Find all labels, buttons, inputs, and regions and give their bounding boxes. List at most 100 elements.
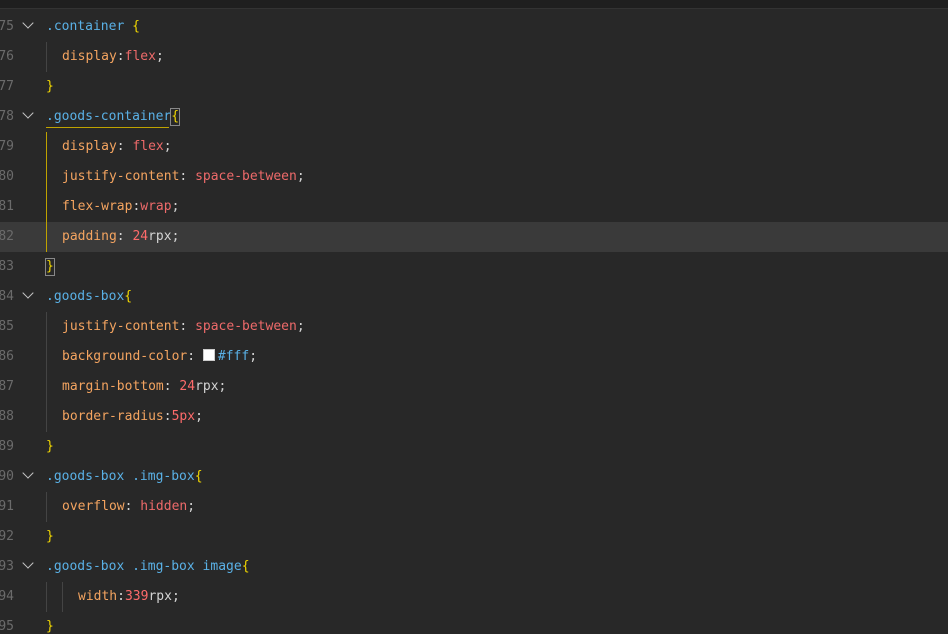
code-token: } bbox=[46, 529, 54, 544]
code-line[interactable]: 76 display:flex; bbox=[0, 42, 948, 72]
code-line[interactable]: 88 border-radius:5px; bbox=[0, 402, 948, 432]
line-number: 84 bbox=[0, 289, 14, 304]
code-text: } bbox=[46, 522, 54, 552]
code-line[interactable]: 90 .goods-box .img-box{ bbox=[0, 462, 948, 492]
line-number: 90 bbox=[0, 469, 14, 484]
code-token: : bbox=[179, 319, 196, 334]
line-number: 88 bbox=[0, 409, 14, 424]
code-token: display bbox=[62, 139, 117, 154]
code-line[interactable]: 80 justify-content: space-between; bbox=[0, 162, 948, 192]
code-token: : bbox=[179, 169, 196, 184]
code-text: background-color: #fff; bbox=[62, 342, 257, 372]
code-line[interactable]: 93 .goods-box .img-box image{ bbox=[0, 552, 948, 582]
code-token: .container bbox=[46, 19, 125, 34]
indent-guide bbox=[62, 582, 63, 612]
code-token: background-color bbox=[62, 349, 188, 364]
line-number: 82 bbox=[0, 229, 14, 244]
code-text: display: flex; bbox=[62, 132, 172, 162]
color-swatch[interactable] bbox=[202, 349, 215, 361]
code-text: } bbox=[46, 72, 54, 102]
code-text: margin-bottom: 24rpx; bbox=[62, 372, 226, 402]
code-text: flex-wrap:wrap; bbox=[62, 192, 179, 222]
line-number: 89 bbox=[0, 439, 14, 454]
indent-guide bbox=[46, 582, 47, 612]
code-token: padding bbox=[62, 229, 117, 244]
code-token: margin-bottom bbox=[62, 379, 164, 394]
code-token: rpx bbox=[195, 379, 219, 394]
code-token: space-between bbox=[195, 169, 297, 184]
code-token: border-radius bbox=[62, 409, 164, 424]
code-token: } bbox=[46, 619, 54, 634]
line-number: 75 bbox=[0, 19, 14, 34]
code-token: overflow bbox=[62, 499, 125, 514]
code-token: : bbox=[187, 349, 203, 364]
code-token: rpx bbox=[148, 229, 172, 244]
line-number: 76 bbox=[0, 49, 14, 64]
line-number: 80 bbox=[0, 169, 14, 184]
code-token: ; bbox=[296, 169, 305, 184]
code-token: ; bbox=[249, 349, 258, 364]
code-token: rpx bbox=[148, 589, 172, 604]
code-token: ; bbox=[187, 499, 196, 514]
fold-chevron-icon[interactable] bbox=[22, 12, 36, 42]
line-number: 77 bbox=[0, 79, 14, 94]
code-line[interactable]: 95} bbox=[0, 612, 948, 634]
code-token: } bbox=[46, 79, 54, 94]
code-line[interactable]: 91 overflow: hidden; bbox=[0, 492, 948, 522]
fold-chevron-icon[interactable] bbox=[22, 102, 36, 132]
code-line[interactable]: 77} bbox=[0, 72, 948, 102]
code-line[interactable]: 81 flex-wrap:wrap; bbox=[0, 192, 948, 222]
code-editor[interactable]: 75 .container {76 display:flex; 77} 78 .goods… bbox=[0, 0, 948, 634]
code-token: ; bbox=[171, 589, 180, 604]
code-token: image bbox=[202, 559, 242, 574]
code-token: : bbox=[163, 379, 180, 394]
fold-chevron-icon[interactable] bbox=[22, 552, 36, 582]
code-line[interactable]: 86 background-color: #fff; bbox=[0, 342, 948, 372]
line-number: 87 bbox=[0, 379, 14, 394]
code-text: border-radius:5px; bbox=[62, 402, 203, 432]
indent-guide bbox=[46, 312, 47, 432]
indent-guide bbox=[46, 492, 47, 522]
code-token: ; bbox=[195, 409, 203, 424]
fold-chevron-icon[interactable] bbox=[22, 462, 36, 492]
code-token: 5px bbox=[171, 409, 196, 424]
code-token: justify-content bbox=[62, 319, 180, 334]
code-text: justify-content: space-between; bbox=[62, 162, 305, 192]
code-line[interactable]: 92} bbox=[0, 522, 948, 552]
line-number: 95 bbox=[0, 619, 14, 634]
code-token: .goods-box .img-box bbox=[46, 469, 195, 484]
code-token: space-between bbox=[195, 319, 297, 334]
code-token: { bbox=[194, 469, 203, 484]
code-token: ; bbox=[155, 49, 164, 64]
code-line[interactable]: 82 padding: 24rpx; bbox=[0, 222, 948, 252]
code-line[interactable]: 85 justify-content: space-between; bbox=[0, 312, 948, 342]
fold-chevron-icon[interactable] bbox=[22, 282, 36, 312]
code-line[interactable]: 94 width:339rpx; bbox=[0, 582, 948, 612]
code-text: } bbox=[46, 612, 54, 634]
code-line[interactable]: 75 .container { bbox=[0, 12, 948, 42]
code-text: padding: 24rpx; bbox=[62, 222, 179, 252]
code-token: flex bbox=[124, 49, 156, 64]
code-token: display bbox=[62, 49, 117, 64]
code-token: } bbox=[46, 439, 54, 454]
code-text: width:339rpx; bbox=[78, 582, 180, 612]
code-token: { bbox=[124, 289, 133, 304]
code-token: { bbox=[132, 19, 140, 34]
code-token: hidden bbox=[140, 499, 188, 514]
bracket-pair-guide bbox=[46, 127, 169, 128]
code-line[interactable]: 84 .goods-box{ bbox=[0, 282, 948, 312]
code-line[interactable]: 87 margin-bottom: 24rpx; bbox=[0, 372, 948, 402]
line-number: 81 bbox=[0, 199, 14, 214]
editor-tab-strip bbox=[0, 0, 948, 9]
code-line[interactable]: 89} bbox=[0, 432, 948, 462]
code-token: justify-content bbox=[62, 169, 180, 184]
code-text: display:flex; bbox=[62, 42, 164, 72]
code-token: 24 bbox=[132, 229, 149, 244]
code-text: overflow: hidden; bbox=[62, 492, 195, 522]
code-text: .goods-box .img-box{ bbox=[46, 462, 203, 492]
code-line[interactable]: 79 display: flex; bbox=[0, 132, 948, 162]
code-token: flex-wrap bbox=[62, 199, 133, 214]
indent-guide bbox=[46, 132, 47, 252]
code-token: flex bbox=[132, 139, 164, 154]
code-line[interactable]: 83} bbox=[0, 252, 948, 282]
